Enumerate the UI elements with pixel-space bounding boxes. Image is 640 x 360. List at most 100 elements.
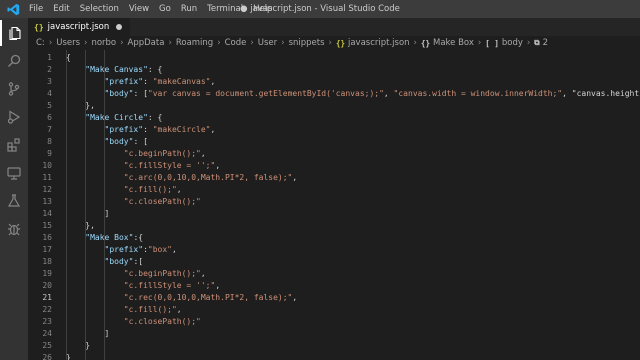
line-number: 16	[42, 233, 52, 242]
line-number: 7	[47, 125, 52, 134]
code-text[interactable]: },	[66, 100, 95, 112]
unsaved-dot-icon[interactable]	[116, 24, 123, 30]
code-line[interactable]: 10 "c.fillStyle = '';",	[28, 160, 640, 172]
code-text[interactable]: }	[66, 340, 90, 352]
vscode-logo-icon	[6, 2, 20, 16]
code-line[interactable]: 5 },	[28, 100, 640, 112]
chevron-right-icon: ›	[281, 38, 285, 48]
menu-file[interactable]: File	[24, 0, 48, 18]
code-text[interactable]: "c.arc(0,0,10,0,Math.PI*2, false);",	[66, 172, 297, 184]
code-line[interactable]: 1{	[28, 52, 640, 64]
code-line[interactable]: 7 "prefix": "makeCircle",	[28, 124, 640, 136]
line-number: 11	[42, 173, 52, 182]
code-line[interactable]: 3 "prefix": "makeCanvas",	[28, 76, 640, 88]
code-text[interactable]: "Make Canvas": {	[66, 64, 162, 76]
code-text[interactable]: }	[66, 352, 71, 360]
tab-label: javascript.json	[47, 22, 110, 32]
code-text[interactable]: "c.fillStyle = '';",	[66, 160, 220, 172]
code-text[interactable]: "c.closePath();"	[66, 316, 201, 328]
breadcrumb-appdata[interactable]: AppData	[128, 38, 165, 48]
code-line[interactable]: 25 }	[28, 340, 640, 352]
code-editor[interactable]: 1{2 "Make Canvas": {3 "prefix": "makeCan…	[28, 50, 640, 360]
code-line[interactable]: 24 ]	[28, 328, 640, 340]
code-line[interactable]: 13 "c.closePath();"	[28, 196, 640, 208]
menu-go[interactable]: Go	[154, 0, 176, 18]
breadcrumb-snippets[interactable]: snippets	[289, 38, 325, 48]
code-text[interactable]: "Make Circle": {	[66, 112, 162, 124]
breadcrumb-body[interactable]: body	[502, 38, 523, 48]
extensions-icon[interactable]	[0, 132, 28, 158]
code-line[interactable]: 8 "body": [	[28, 136, 640, 148]
code-text[interactable]: "body":[	[66, 256, 144, 268]
explorer-icon[interactable]	[0, 20, 28, 46]
search-icon[interactable]	[0, 48, 28, 74]
code-line[interactable]: 2 "Make Canvas": {	[28, 64, 640, 76]
code-line[interactable]: 14 ]	[28, 208, 640, 220]
code-text[interactable]: "prefix":"box",	[66, 244, 177, 256]
breadcrumb-file[interactable]: javascript.json	[348, 38, 410, 48]
code-text[interactable]: "c.closePath();"	[66, 196, 201, 208]
code-text[interactable]: },	[66, 220, 95, 232]
code-text[interactable]: "c.beginPath();",	[66, 268, 206, 280]
string-symbol-icon: ⧉	[534, 38, 540, 47]
code-text[interactable]: ]	[66, 208, 110, 220]
code-line[interactable]: 19 "c.beginPath();",	[28, 268, 640, 280]
code-text[interactable]: "c.fill();",	[66, 304, 182, 316]
source-control-icon[interactable]	[0, 76, 28, 102]
code-text[interactable]: "c.fillStyle = '';",	[66, 280, 220, 292]
code-text[interactable]: {	[66, 52, 71, 64]
code-text[interactable]: "body": ["var canvas = document.getEleme…	[66, 88, 640, 100]
code-line[interactable]: 22 "c.fill();",	[28, 304, 640, 316]
chevron-right-icon: ›	[250, 38, 254, 48]
breadcrumb-index[interactable]: 2	[543, 38, 548, 48]
code-text[interactable]: "c.fill();",	[66, 184, 182, 196]
menu-edit[interactable]: Edit	[48, 0, 74, 18]
code-text[interactable]: "prefix": "makeCircle",	[66, 124, 216, 136]
breadcrumb-user[interactable]: User	[258, 38, 277, 48]
breadcrumb-drive[interactable]: C:	[36, 38, 45, 48]
code-line[interactable]: 21 "c.rec(0,0,10,0,Math.PI*2, false);",	[28, 292, 640, 304]
code-text[interactable]: "body": [	[66, 136, 148, 148]
run-debug-icon[interactable]	[0, 104, 28, 130]
menu-run[interactable]: Run	[176, 0, 202, 18]
tab-javascript-json[interactable]: {} javascript.json	[28, 18, 131, 36]
bug-icon[interactable]	[0, 216, 28, 242]
code-line[interactable]: 16 "Make Box":{	[28, 232, 640, 244]
line-number: 18	[42, 257, 52, 266]
menu-selection[interactable]: Selection	[75, 0, 124, 18]
menu-view[interactable]: View	[124, 0, 154, 18]
line-number: 26	[42, 353, 52, 360]
code-line[interactable]: 12 "c.fill();",	[28, 184, 640, 196]
chevron-right-icon: ›	[48, 38, 53, 48]
line-number: 22	[42, 305, 52, 314]
line-number: 2	[47, 65, 52, 74]
code-text[interactable]: "prefix": "makeCanvas",	[66, 76, 216, 88]
breadcrumb-norbo[interactable]: norbo	[91, 38, 116, 48]
code-text[interactable]: ]	[66, 328, 110, 340]
code-line[interactable]: 26}	[28, 352, 640, 360]
title-bar: File Edit Selection View Go Run Terminal…	[0, 0, 640, 18]
line-number: 5	[47, 101, 52, 110]
code-line[interactable]: 23 "c.closePath();"	[28, 316, 640, 328]
code-text[interactable]: "c.beginPath();",	[66, 148, 206, 160]
code-text[interactable]: "c.rec(0,0,10,0,Math.PI*2, false);",	[66, 292, 297, 304]
line-number: 8	[47, 137, 52, 146]
chevron-right-icon: ›	[120, 38, 124, 48]
testing-icon[interactable]	[0, 188, 28, 214]
breadcrumb-make-box[interactable]: Make Box	[433, 38, 474, 48]
remote-explorer-icon[interactable]	[0, 160, 28, 186]
code-line[interactable]: 18 "body":[	[28, 256, 640, 268]
code-line[interactable]: 9 "c.beginPath();",	[28, 148, 640, 160]
breadcrumb-roaming[interactable]: Roaming	[176, 38, 213, 48]
code-line[interactable]: 4 "body": ["var canvas = document.getEle…	[28, 88, 640, 100]
code-line[interactable]: 15 },	[28, 220, 640, 232]
line-number: 14	[42, 209, 52, 218]
code-line[interactable]: 11 "c.arc(0,0,10,0,Math.PI*2, false);",	[28, 172, 640, 184]
breadcrumb-code[interactable]: Code	[225, 38, 247, 48]
code-line[interactable]: 17 "prefix":"box",	[28, 244, 640, 256]
code-text[interactable]: "Make Box":{	[66, 232, 143, 244]
breadcrumb-users[interactable]: Users	[56, 38, 80, 48]
chevron-right-icon: ›	[328, 38, 332, 48]
code-line[interactable]: 6 "Make Circle": {	[28, 112, 640, 124]
code-line[interactable]: 20 "c.fillStyle = '';",	[28, 280, 640, 292]
